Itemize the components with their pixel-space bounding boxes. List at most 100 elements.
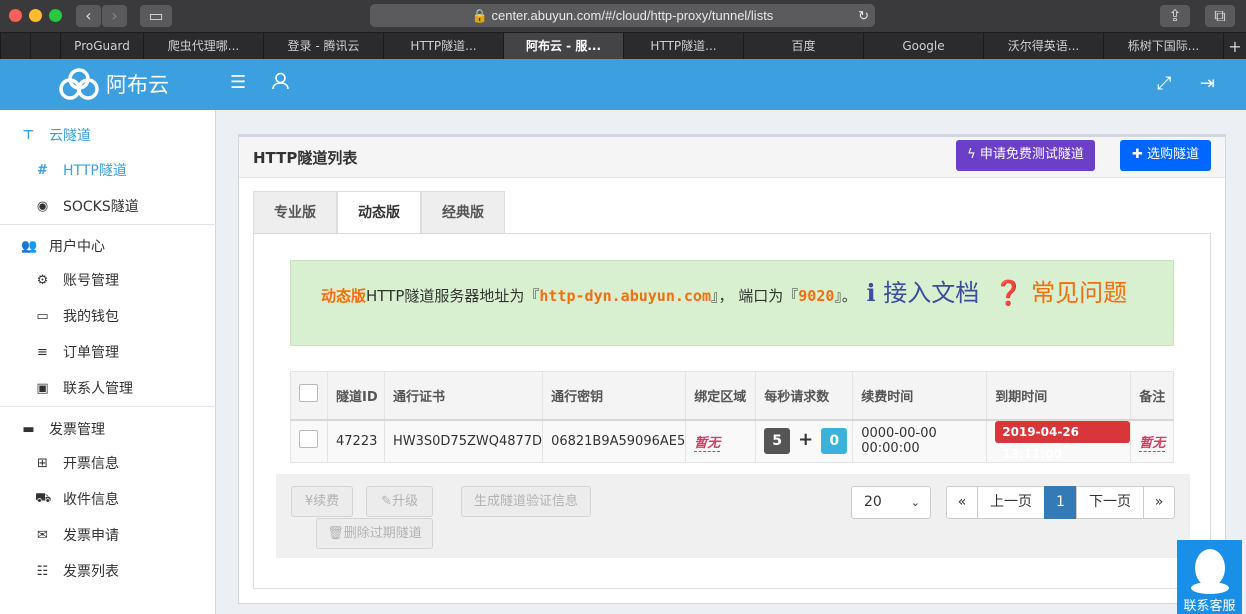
next-page-button[interactable]: 下一页 xyxy=(1076,486,1144,519)
browser-tab[interactable]: 沃尔得英语... xyxy=(983,33,1103,60)
logout-icon[interactable]: ⇥ xyxy=(1200,73,1215,94)
truck-icon: ⛟ xyxy=(35,490,52,506)
sidebar-item-label: 联系人管理 xyxy=(63,381,133,397)
free-trial-button[interactable]: ϟ 申请免费测试隧道 xyxy=(956,140,1095,171)
sidebar-item-socks-tunnel[interactable]: ◉ SOCKS隧道 xyxy=(0,189,216,223)
forward-button[interactable]: › xyxy=(102,5,127,27)
browser-tab[interactable]: 栎树下国际... xyxy=(1103,33,1223,60)
user-icon[interactable] xyxy=(272,72,289,95)
tunnel-table: 隧道ID 通行证书 通行密钥 绑定区域 每秒请求数 续费时间 到期时间 备注 4… xyxy=(290,371,1174,463)
zoom-window-button[interactable] xyxy=(49,9,62,22)
tab-professional[interactable]: 专业版 xyxy=(253,191,337,234)
column-header[interactable]: 每秒请求数 xyxy=(755,371,854,421)
column-header[interactable]: 隧道ID xyxy=(327,371,385,421)
sidebar-group-label: 用户中心 xyxy=(49,239,105,255)
new-tab-button[interactable]: + xyxy=(1223,33,1246,60)
penguin-icon xyxy=(1190,549,1229,594)
column-header[interactable]: 绑定区域 xyxy=(685,371,757,421)
sidebar-item-invoice-list[interactable]: ☷ 发票列表 xyxy=(0,554,216,588)
rps-extra-badge: 0 xyxy=(821,428,848,454)
sidebar-item-invoice-info[interactable]: ⊞ 开票信息 xyxy=(0,446,216,480)
column-header[interactable]: 续费时间 xyxy=(852,371,988,421)
column-header[interactable]: 到期时间 xyxy=(986,371,1132,421)
renew-button[interactable]: ¥续费 xyxy=(291,486,353,517)
share-icon[interactable]: ⇪ xyxy=(1160,5,1190,27)
browser-tab[interactable]: HTTP隧道... xyxy=(383,33,503,60)
delete-expired-label: 删除过期隧道 xyxy=(343,526,422,541)
pinned-tab[interactable] xyxy=(30,33,60,60)
first-page-button[interactable]: « xyxy=(946,486,978,519)
sidebar-item-account[interactable]: ⚙ 账号管理 xyxy=(0,263,216,297)
browser-tab[interactable]: 百度 xyxy=(743,33,863,60)
sidebar-group-invoice[interactable]: ▬ 发票管理 xyxy=(0,410,216,448)
last-page-button[interactable]: » xyxy=(1143,486,1175,519)
region-edit[interactable]: 暂无 xyxy=(694,435,721,452)
generate-verify-button[interactable]: 生成隧道验证信息 xyxy=(461,486,591,517)
notice-text: 』。 xyxy=(834,287,857,305)
table-footer: ¥续费 ✎升级 生成隧道验证信息 🗑删除过期隧道 20 ⌄ « 上一页 1 下一… xyxy=(276,474,1190,558)
column-header[interactable]: 通行证书 xyxy=(383,371,544,421)
browser-tab[interactable]: ProGuard xyxy=(60,33,143,60)
browser-tab[interactable]: HTTP隧道... xyxy=(623,33,743,60)
sidebar-item-label: SOCKS隧道 xyxy=(63,199,139,215)
support-label: 联系客服 xyxy=(1183,599,1236,614)
faq-link[interactable]: ❓ 常见问题 xyxy=(994,279,1128,307)
license: HW3S0D75ZWQ4877D xyxy=(383,419,544,463)
column-header[interactable]: 通行密钥 xyxy=(542,371,687,421)
notice-text: HTTP隧道服务器地址为『 xyxy=(366,287,540,305)
minimize-window-button[interactable] xyxy=(29,9,42,22)
prev-page-button[interactable]: 上一页 xyxy=(977,486,1045,519)
sidebar-item-invoice-apply[interactable]: ✉ 发票申请 xyxy=(0,518,216,552)
row-checkbox[interactable] xyxy=(299,430,318,448)
sidebar-item-receiver-info[interactable]: ⛟ 收件信息 xyxy=(0,482,216,516)
sidebar-item-label: 账号管理 xyxy=(63,273,119,289)
page-size-select[interactable]: 20 ⌄ xyxy=(851,486,931,519)
delete-expired-button[interactable]: 🗑删除过期隧道 xyxy=(316,518,433,549)
browser-titlebar: ‹ › ▭ 🔒 center.abuyun.com/#/cloud/http-p… xyxy=(0,0,1246,32)
sidebar-group-tunnel[interactable]: ⊤ 云隧道 xyxy=(0,116,216,154)
logo[interactable]: 阿布云 xyxy=(58,67,169,101)
browser-tab[interactable]: 爬虫代理哪... xyxy=(143,33,263,60)
envelope-icon: ✉ xyxy=(37,527,48,543)
logo-text: 阿布云 xyxy=(106,73,169,97)
support-widget[interactable]: 联系客服 xyxy=(1177,540,1242,614)
table-row[interactable]: 47223 HW3S0D75ZWQ4877D 06821B9A59096AE5 … xyxy=(290,419,1174,463)
sidebar-group-user-center[interactable]: 👥 用户中心 xyxy=(0,227,216,265)
doc-link[interactable]: ℹ 接入文档 xyxy=(866,279,979,307)
pinned-tab[interactable] xyxy=(0,33,30,60)
tab-dynamic[interactable]: 动态版 xyxy=(337,191,421,234)
folder-icon: ▬ xyxy=(22,421,35,437)
tab-panel: 动态版HTTP隧道服务器地址为『http-dyn.abuyun.com』， 端口… xyxy=(253,233,1211,589)
tunnel-list-box: HTTP隧道列表 ϟ 申请免费测试隧道 ✚ 选购隧道 专业版 动态版 经典版 动… xyxy=(238,134,1226,604)
divider xyxy=(0,224,216,225)
reload-icon[interactable]: ↻ xyxy=(858,4,869,27)
cloud-logo-icon xyxy=(59,68,99,100)
sidebar-item-orders[interactable]: ≡ 订单管理 xyxy=(0,335,216,369)
sidebar-item-http-tunnel[interactable]: # HTTP隧道 xyxy=(0,153,216,187)
question-icon: ❓ xyxy=(993,279,1024,307)
menu-toggle-icon[interactable]: ☰ xyxy=(230,72,246,93)
sidebar-item-wallet[interactable]: ▭ 我的钱包 xyxy=(0,299,216,333)
remark-edit[interactable]: 暂无 xyxy=(1139,435,1166,452)
sidebar-item-label: 开票信息 xyxy=(63,456,119,472)
sidebar-item-contacts[interactable]: ▣ 联系人管理 xyxy=(0,371,216,405)
server-info-alert: 动态版HTTP隧道服务器地址为『http-dyn.abuyun.com』， 端口… xyxy=(290,260,1174,346)
column-header[interactable]: 备注 xyxy=(1130,371,1174,421)
fullscreen-icon[interactable]: ⤢ xyxy=(1157,73,1171,94)
gear-icon: ⚙ xyxy=(36,272,49,288)
tab-classic[interactable]: 经典版 xyxy=(421,191,505,234)
close-window-button[interactable] xyxy=(9,9,22,22)
url-bar[interactable]: 🔒 center.abuyun.com/#/cloud/http-proxy/t… xyxy=(370,4,875,27)
back-button[interactable]: ‹ xyxy=(76,5,101,27)
browser-tab-active[interactable]: 阿布云 - 服... xyxy=(503,33,623,60)
browser-tab[interactable]: Google xyxy=(863,33,983,60)
upgrade-button[interactable]: ✎升级 xyxy=(366,486,433,517)
lock-icon: 🔒 xyxy=(471,8,488,23)
sidebar-toggle-icon[interactable]: ▭ xyxy=(140,5,172,27)
tabs-overview-icon[interactable]: ⧉ xyxy=(1205,5,1235,27)
select-all-checkbox[interactable] xyxy=(299,384,318,403)
buy-tunnel-button[interactable]: ✚ 选购隧道 xyxy=(1120,140,1211,171)
current-page-button[interactable]: 1 xyxy=(1044,486,1077,519)
browser-tab[interactable]: 登录 - 腾讯云 xyxy=(263,33,383,60)
sidebar-item-label: 我的钱包 xyxy=(63,309,119,325)
